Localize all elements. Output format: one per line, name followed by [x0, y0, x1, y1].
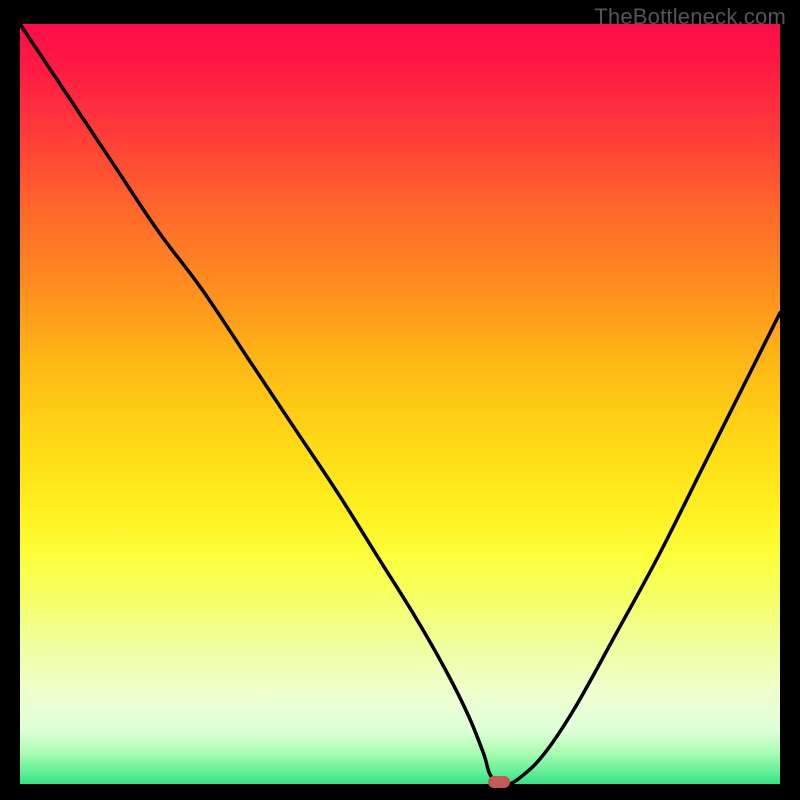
bottleneck-curve: [20, 24, 780, 784]
minimum-marker: [488, 776, 510, 788]
watermark-text: TheBottleneck.com: [594, 4, 786, 30]
plot-area: [20, 24, 780, 784]
bottleneck-curve-path: [20, 24, 780, 784]
chart-frame: TheBottleneck.com: [0, 0, 800, 800]
